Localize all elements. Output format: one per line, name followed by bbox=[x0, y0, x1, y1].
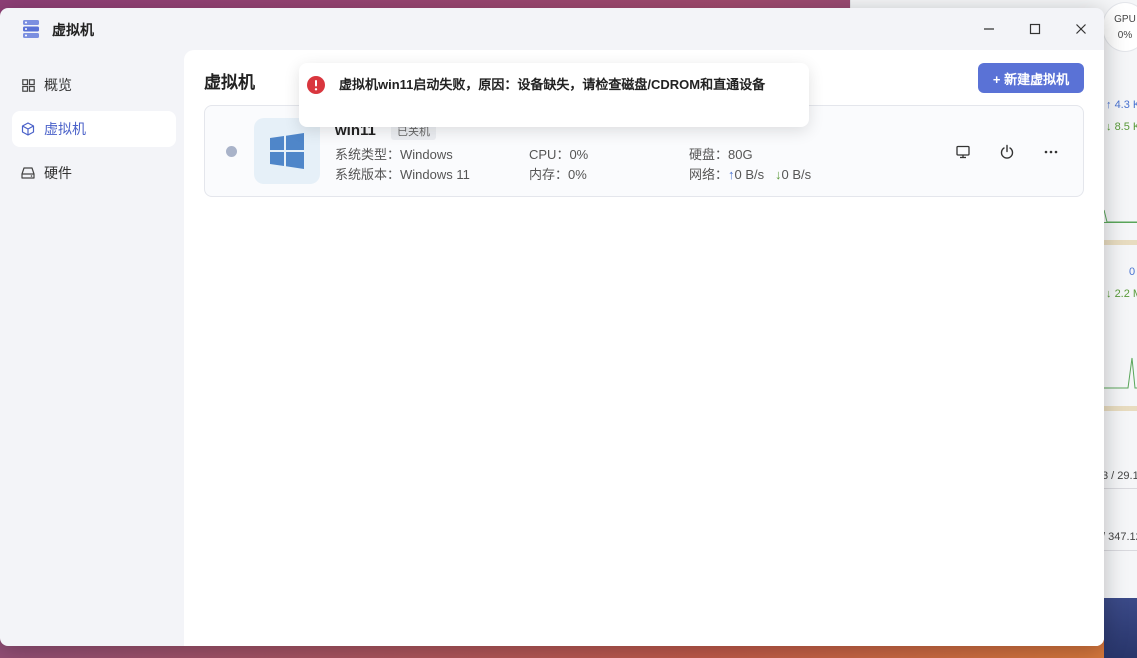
os-type: 系统类型：Windows bbox=[335, 147, 453, 162]
power-icon bbox=[1000, 144, 1014, 159]
bg-disk-partial: / 347.12 bbox=[1102, 531, 1137, 543]
gpu-label: GPU bbox=[1114, 14, 1136, 25]
bg-divider bbox=[1104, 488, 1137, 489]
close-icon bbox=[1076, 24, 1086, 34]
power-button[interactable] bbox=[997, 142, 1017, 162]
sidebar-item-vms[interactable]: 虚拟机 bbox=[12, 111, 176, 147]
maximize-icon bbox=[1029, 23, 1041, 35]
toast-message: 虚拟机win11启动失败，原因：设备缺失，请检查磁盘/CDROM和直通设备 bbox=[339, 77, 766, 92]
sidebar-item-label: 虚拟机 bbox=[44, 121, 86, 137]
minimize-button[interactable] bbox=[975, 17, 1003, 41]
windows-logo-icon bbox=[270, 133, 304, 169]
bg-taskbar-fragment bbox=[1104, 598, 1137, 658]
network-rate: 网络：↑0 B/s ↓0 B/s bbox=[689, 167, 812, 182]
os-version: 系统版本：Windows 11 bbox=[335, 167, 470, 182]
minimize-icon bbox=[984, 28, 994, 30]
sidebar-item-overview[interactable]: 概览 bbox=[12, 67, 176, 103]
main-content: 虚拟机 + 新建虚拟机 win11 已关机 系统类型：Windows 系统版本：… bbox=[184, 50, 1104, 646]
sidebar-item-label: 概览 bbox=[44, 77, 72, 93]
sidebar-item-label: 硬件 bbox=[44, 165, 72, 181]
more-icon bbox=[1044, 150, 1058, 154]
bg-mem-partial: 3 / 29.1 bbox=[1102, 470, 1137, 482]
error-toast: 虚拟机win11启动失败，原因：设备缺失，请检查磁盘/CDROM和直通设备 bbox=[299, 63, 809, 127]
cube-icon bbox=[21, 122, 35, 136]
drive-icon bbox=[21, 166, 35, 180]
sidebar: 概览 虚拟机 硬件 bbox=[0, 50, 184, 646]
maximize-button[interactable] bbox=[1021, 17, 1049, 41]
console-button[interactable] bbox=[953, 142, 973, 162]
os-tile bbox=[254, 118, 320, 184]
bg-chart-spike bbox=[1104, 209, 1137, 223]
disk-size: 硬盘：80G bbox=[689, 147, 753, 162]
status-indicator bbox=[226, 146, 237, 157]
window-title: 虚拟机 bbox=[52, 22, 94, 38]
error-icon bbox=[307, 76, 325, 94]
gpu-value: 0% bbox=[1117, 30, 1133, 41]
server-icon bbox=[23, 20, 39, 38]
bg-band bbox=[1104, 240, 1137, 245]
title-bar[interactable]: 虚拟机 bbox=[0, 8, 1104, 50]
new-vm-button[interactable]: + 新建虚拟机 bbox=[978, 63, 1084, 93]
sidebar-item-hardware[interactable]: 硬件 bbox=[12, 155, 176, 191]
bg-divider-2 bbox=[1104, 550, 1137, 551]
bg-value-0: 0 bbox=[1129, 266, 1136, 278]
bg-rate-2: ↓ 2.2 M bbox=[1106, 288, 1137, 300]
page-title: 虚拟机 bbox=[204, 73, 255, 92]
monitor-icon bbox=[956, 145, 970, 159]
cpu-usage: CPU：0% bbox=[529, 147, 589, 162]
grid-icon bbox=[21, 78, 35, 92]
memory-usage: 内存：0% bbox=[529, 167, 587, 182]
close-button[interactable] bbox=[1067, 17, 1095, 41]
more-button[interactable] bbox=[1041, 142, 1061, 162]
bg-chart-spike-2 bbox=[1104, 357, 1137, 389]
bg-band-2 bbox=[1104, 406, 1137, 411]
bg-up-rate: ↑ 4.3 K bbox=[1106, 99, 1137, 111]
bg-down-rate: ↓ 8.5 K bbox=[1106, 121, 1137, 133]
